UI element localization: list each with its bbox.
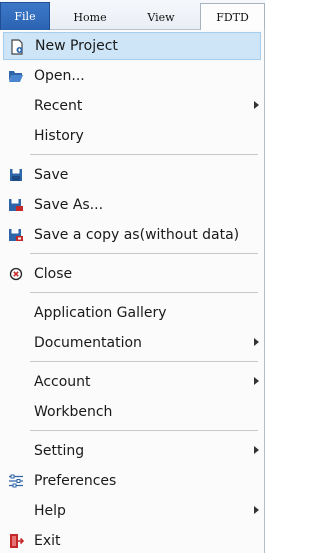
save-copy-icon [7,226,25,244]
submenu-arrow-icon [254,338,259,346]
menu-item-documentation[interactable]: Documentation [3,329,261,357]
menu-item-workbench[interactable]: Workbench [3,398,261,426]
menu-separator [30,154,258,155]
submenu-arrow-icon [254,377,259,385]
menu-item-save-as[interactable]: Save As... [3,191,261,219]
submenu-arrow-icon [254,446,259,454]
folder-open-icon [7,67,25,85]
sliders-icon [7,472,25,490]
tab-fdtd[interactable]: FDTD [200,3,265,30]
menu-item-history[interactable]: History [3,122,261,150]
menu-label: History [34,128,84,144]
menu-label: Workbench [34,404,113,420]
menu-label: New Project [35,38,118,54]
menu-label: Setting [34,443,85,459]
submenu-arrow-icon [254,506,259,514]
close-icon [7,265,25,283]
menu-item-exit[interactable]: Exit [3,527,261,555]
menu-label: Application Gallery [34,305,167,321]
menu-label: Save [34,167,69,183]
menu-item-recent[interactable]: Recent [3,92,261,120]
menu-item-setting[interactable]: Setting [3,437,261,465]
menu-item-open[interactable]: Open... [3,62,261,90]
menu-item-help[interactable]: Help [3,497,261,525]
new-project-icon [8,38,26,56]
menu-separator [30,361,258,362]
menu-item-new-project[interactable]: New Project [3,32,261,60]
exit-icon [7,532,25,550]
menu-item-close[interactable]: Close [3,260,261,288]
menu-label: Account [34,374,91,390]
tab-file[interactable]: File [0,2,50,30]
menu-label: Documentation [34,335,142,351]
menu-label: Open... [34,68,85,84]
tab-home[interactable]: Home [55,4,125,30]
menu-item-preferences[interactable]: Preferences [3,467,261,495]
menu-item-save-copy[interactable]: Save a copy as(without data) [3,221,261,249]
menu-separator [30,430,258,431]
submenu-arrow-icon [254,101,259,109]
tab-view[interactable]: View [130,4,192,30]
menu-label: Save a copy as(without data) [34,227,240,243]
menu-label: Close [34,266,73,282]
menu-label: Preferences [34,473,117,489]
menu-label: Help [34,503,66,519]
menu-label: Save As... [34,197,104,213]
menu-item-application-gallery[interactable]: Application Gallery [3,299,261,327]
menu-item-account[interactable]: Account [3,368,261,396]
save-icon [7,166,25,184]
ribbon-tab-bar: File Home View FDTD [0,0,265,30]
menu-separator [30,292,258,293]
menu-label: Recent [34,98,83,114]
menu-label: Exit [34,533,61,549]
file-menu: New Project Open... Recent History Save [0,30,265,553]
menu-separator [30,253,258,254]
save-as-icon [7,196,25,214]
menu-item-save[interactable]: Save [3,161,261,189]
